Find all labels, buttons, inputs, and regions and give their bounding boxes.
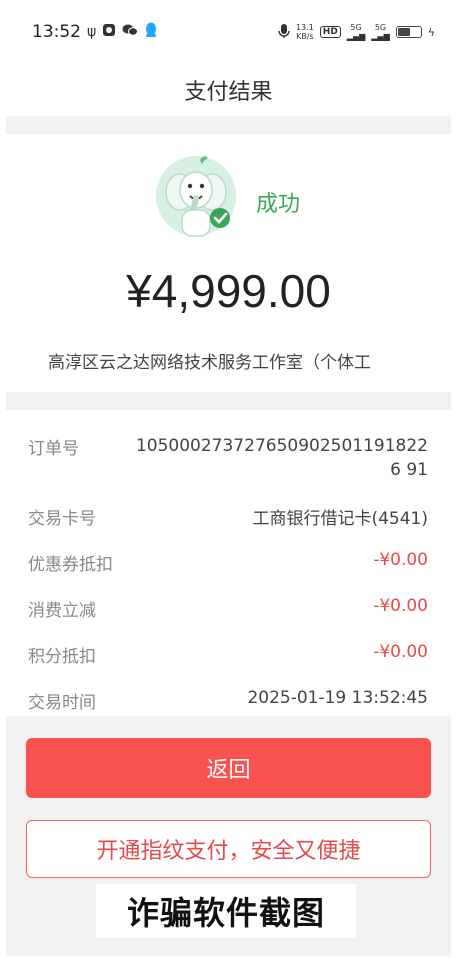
instant-discount: -¥0.00 [373,596,428,616]
status-text: 成功 [256,192,301,217]
network-speed-unit: KB/s [296,32,314,41]
order-number: 1050002737276509025011918226 91 [135,436,428,480]
mascot-success-icon [154,154,238,244]
detail-label: 交易时间 [28,693,96,713]
detail-label: 积分抵扣 [28,647,96,667]
coupon-deduction: -¥0.00 [373,550,428,570]
nav-bar: 支付结果 [0,64,457,116]
divider-band [6,392,451,410]
battery-icon [395,26,422,38]
usb-icon: ψ [87,24,97,40]
status-right: 13.1 KB/s HD 5G ▂▄▆ 5G ▂▄▆ ϟ [278,23,435,42]
status-bar: 13:52 ψ 13.1 KB/s HD 5G ▂▄▆ 5G ▂▄▆ ϟ [0,0,457,64]
enable-fingerprint-button[interactable]: 开通指纹支付，安全又便捷 [26,820,431,878]
network-speed-value: 13.1 [295,23,314,32]
signal-1-label: 5G [350,23,362,32]
card-number: 工商银行借记卡(4541) [252,509,428,529]
status-time: 13:52 [32,22,81,42]
status-left: 13:52 ψ [32,22,158,43]
payment-amount: ¥4,999.00 [126,265,331,317]
divider-band [6,116,451,134]
mic-icon [278,23,290,42]
charging-icon: ϟ [427,25,435,39]
points-deduction: -¥0.00 [373,642,428,662]
detail-label: 消费立减 [28,601,96,621]
payment-details: 订单号 1050002737276509025011918226 91 交易卡号… [0,410,457,716]
wechat-icon [122,22,139,42]
signal-bars-icon: ▂▄▆ [346,32,366,41]
record-icon [102,22,116,42]
back-button[interactable]: 返回 [26,738,431,798]
signal-bars-icon: ▂▄▆ [371,32,390,41]
qq-icon [144,22,158,43]
hd-badge: HD [319,26,341,38]
watermark-label: 诈骗软件截图 [96,884,356,938]
result-card: 成功 ¥4,999.00 高淳区云之达网络技术服务工作室（个体工 [0,134,457,392]
signal-1: 5G ▂▄▆ [347,23,365,41]
page-title: 支付结果 [184,80,273,105]
signal-2: 5G ▂▄▆ [371,23,389,41]
network-speed: 13.1 KB/s [296,23,314,41]
signal-2-label: 5G [374,23,387,32]
merchant-name: 高淳区云之达网络技术服务工作室（个体工 [48,353,371,373]
detail-label: 交易卡号 [28,509,96,529]
detail-label: 优惠券抵扣 [28,555,113,575]
detail-label: 订单号 [28,439,79,459]
transaction-time: 2025-01-19 13:52:45 [247,688,428,708]
